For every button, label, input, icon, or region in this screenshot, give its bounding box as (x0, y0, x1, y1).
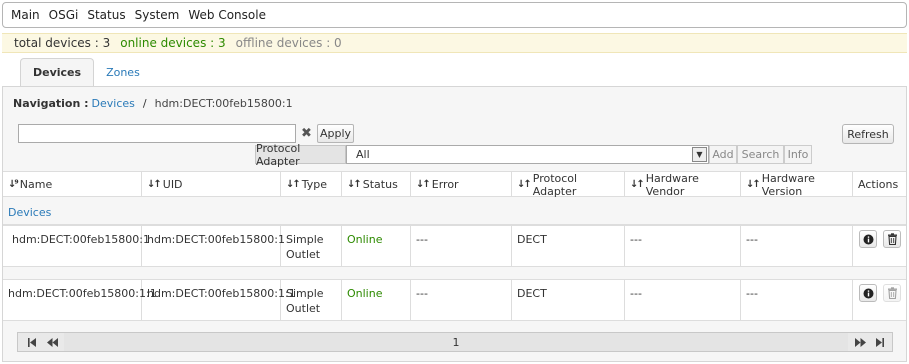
group-devices-link[interactable]: Devices (8, 206, 51, 219)
menu-system[interactable]: System (135, 8, 180, 22)
protocol-adapter-selected: All (356, 148, 370, 161)
trash-icon[interactable] (883, 284, 901, 302)
tab-bar: Devices Zones (20, 58, 152, 86)
table-row[interactable]: hdm:DECT:00feb15800:1 hdm:DECT:00feb1580… (3, 225, 906, 267)
menu-main[interactable]: Main (11, 8, 40, 22)
sort-icon: ↓↑ (147, 179, 162, 190)
info-icon[interactable] (859, 230, 877, 248)
sort-icon: ↓↑ (630, 179, 645, 190)
sort-icon: ↓↑ (517, 179, 532, 190)
cell-error: --- (411, 226, 512, 266)
refresh-button[interactable]: Refresh (842, 124, 894, 144)
first-page-icon[interactable] (22, 333, 42, 351)
column-type[interactable]: ↓↑ Type (281, 172, 342, 197)
cell-name: hdm:DECT:00feb15800:1:1 (3, 280, 157, 320)
breadcrumb-separator: / (142, 97, 147, 110)
trash-icon[interactable] (883, 230, 901, 248)
menu-osgi[interactable]: OSGi (49, 8, 79, 22)
table-header: ↓⁹ Name ↓↑ UID ↓↑ Type ↓↑ Status ↓↑ Error ↓↑ P… (3, 171, 906, 198)
device-status-bar: total devices : 3 online devices : 3 off… (2, 33, 907, 53)
cell-uid: hdm:DECT:00feb15800:1 (142, 226, 285, 266)
online-devices-count: online devices : 3 (120, 36, 226, 50)
protocol-adapter-select[interactable]: All ▼ (346, 145, 709, 164)
sort-ascending-icon: ↓⁹ (8, 179, 19, 190)
cell-protocol-adapter: DECT (512, 226, 625, 266)
page-number: 1 (64, 333, 848, 351)
filter-input[interactable] (18, 124, 296, 143)
column-uid[interactable]: ↓↑ UID (142, 172, 281, 197)
breadcrumb-devices-link[interactable]: Devices (92, 97, 135, 110)
column-hardware-vendor[interactable]: ↓↑ Hardware Vendor (625, 172, 741, 198)
chevron-down-icon[interactable]: ▼ (692, 147, 707, 162)
tab-devices[interactable]: Devices (20, 58, 95, 86)
sort-icon: ↓↑ (416, 179, 431, 190)
cell-error: --- (411, 280, 512, 320)
add-button[interactable]: Add (709, 145, 737, 164)
column-name[interactable]: ↓⁹ Name (3, 172, 142, 197)
sort-icon: ↓↑ (347, 179, 362, 190)
cell-uid: hdm:DECT:00feb15800:1:1 (142, 280, 296, 320)
info-button[interactable]: Info (784, 145, 812, 164)
top-menu-bar: Main OSGi Status System Web Console (2, 2, 907, 28)
column-error[interactable]: ↓↑ Error (411, 172, 512, 197)
info-icon[interactable] (859, 284, 877, 302)
last-page-icon[interactable] (870, 333, 890, 351)
previous-page-icon[interactable] (42, 333, 62, 351)
cell-type: Simple Outlet (281, 280, 342, 320)
offline-devices-count: offline devices : 0 (235, 36, 342, 50)
column-hardware-version[interactable]: ↓↑ Hardware Version (741, 172, 853, 198)
table-row[interactable]: hdm:DECT:00feb15800:1:1 hdm:DECT:00feb15… (3, 279, 906, 321)
devices-panel: Navigation : Devices / hdm:DECT:00feb158… (2, 86, 907, 362)
breadcrumb-current: hdm:DECT:00feb15800:1 (154, 97, 293, 110)
cell-type: Simple Outlet (281, 226, 342, 266)
cell-hardware-version: --- (741, 226, 853, 266)
cell-protocol-adapter: DECT (512, 280, 625, 320)
cell-status: Online (342, 280, 411, 320)
cell-hardware-vendor: --- (625, 280, 741, 320)
clear-filter-icon[interactable]: ✖ (297, 124, 316, 143)
cell-hardware-version: --- (741, 280, 853, 320)
column-actions: Actions (858, 178, 899, 191)
menu-status[interactable]: Status (87, 8, 125, 22)
breadcrumb: Navigation : Devices / hdm:DECT:00feb158… (13, 97, 293, 110)
pager: 1 (17, 332, 893, 352)
column-protocol-adapter[interactable]: ↓↑ Protocol Adapter (512, 172, 625, 198)
navigation-label: Navigation : (13, 97, 89, 110)
cell-actions (853, 280, 906, 320)
sort-icon: ↓↑ (746, 179, 761, 190)
apply-button[interactable]: Apply (317, 124, 354, 143)
total-devices-count: total devices : 3 (14, 36, 111, 50)
cell-name: hdm:DECT:00feb15800:1 (3, 226, 150, 266)
sort-icon: ↓↑ (286, 179, 301, 190)
cell-actions (853, 226, 906, 266)
menu-web-console[interactable]: Web Console (188, 8, 266, 22)
column-status[interactable]: ↓↑ Status (342, 172, 411, 197)
protocol-adapter-label: Protocol Adapter (255, 142, 346, 168)
tab-zones[interactable]: Zones (94, 58, 152, 86)
next-page-icon[interactable] (850, 333, 870, 351)
search-button[interactable]: Search (737, 145, 784, 164)
cell-status: Online (342, 226, 411, 266)
group-row: Devices (3, 198, 906, 225)
cell-hardware-vendor: --- (625, 226, 741, 266)
